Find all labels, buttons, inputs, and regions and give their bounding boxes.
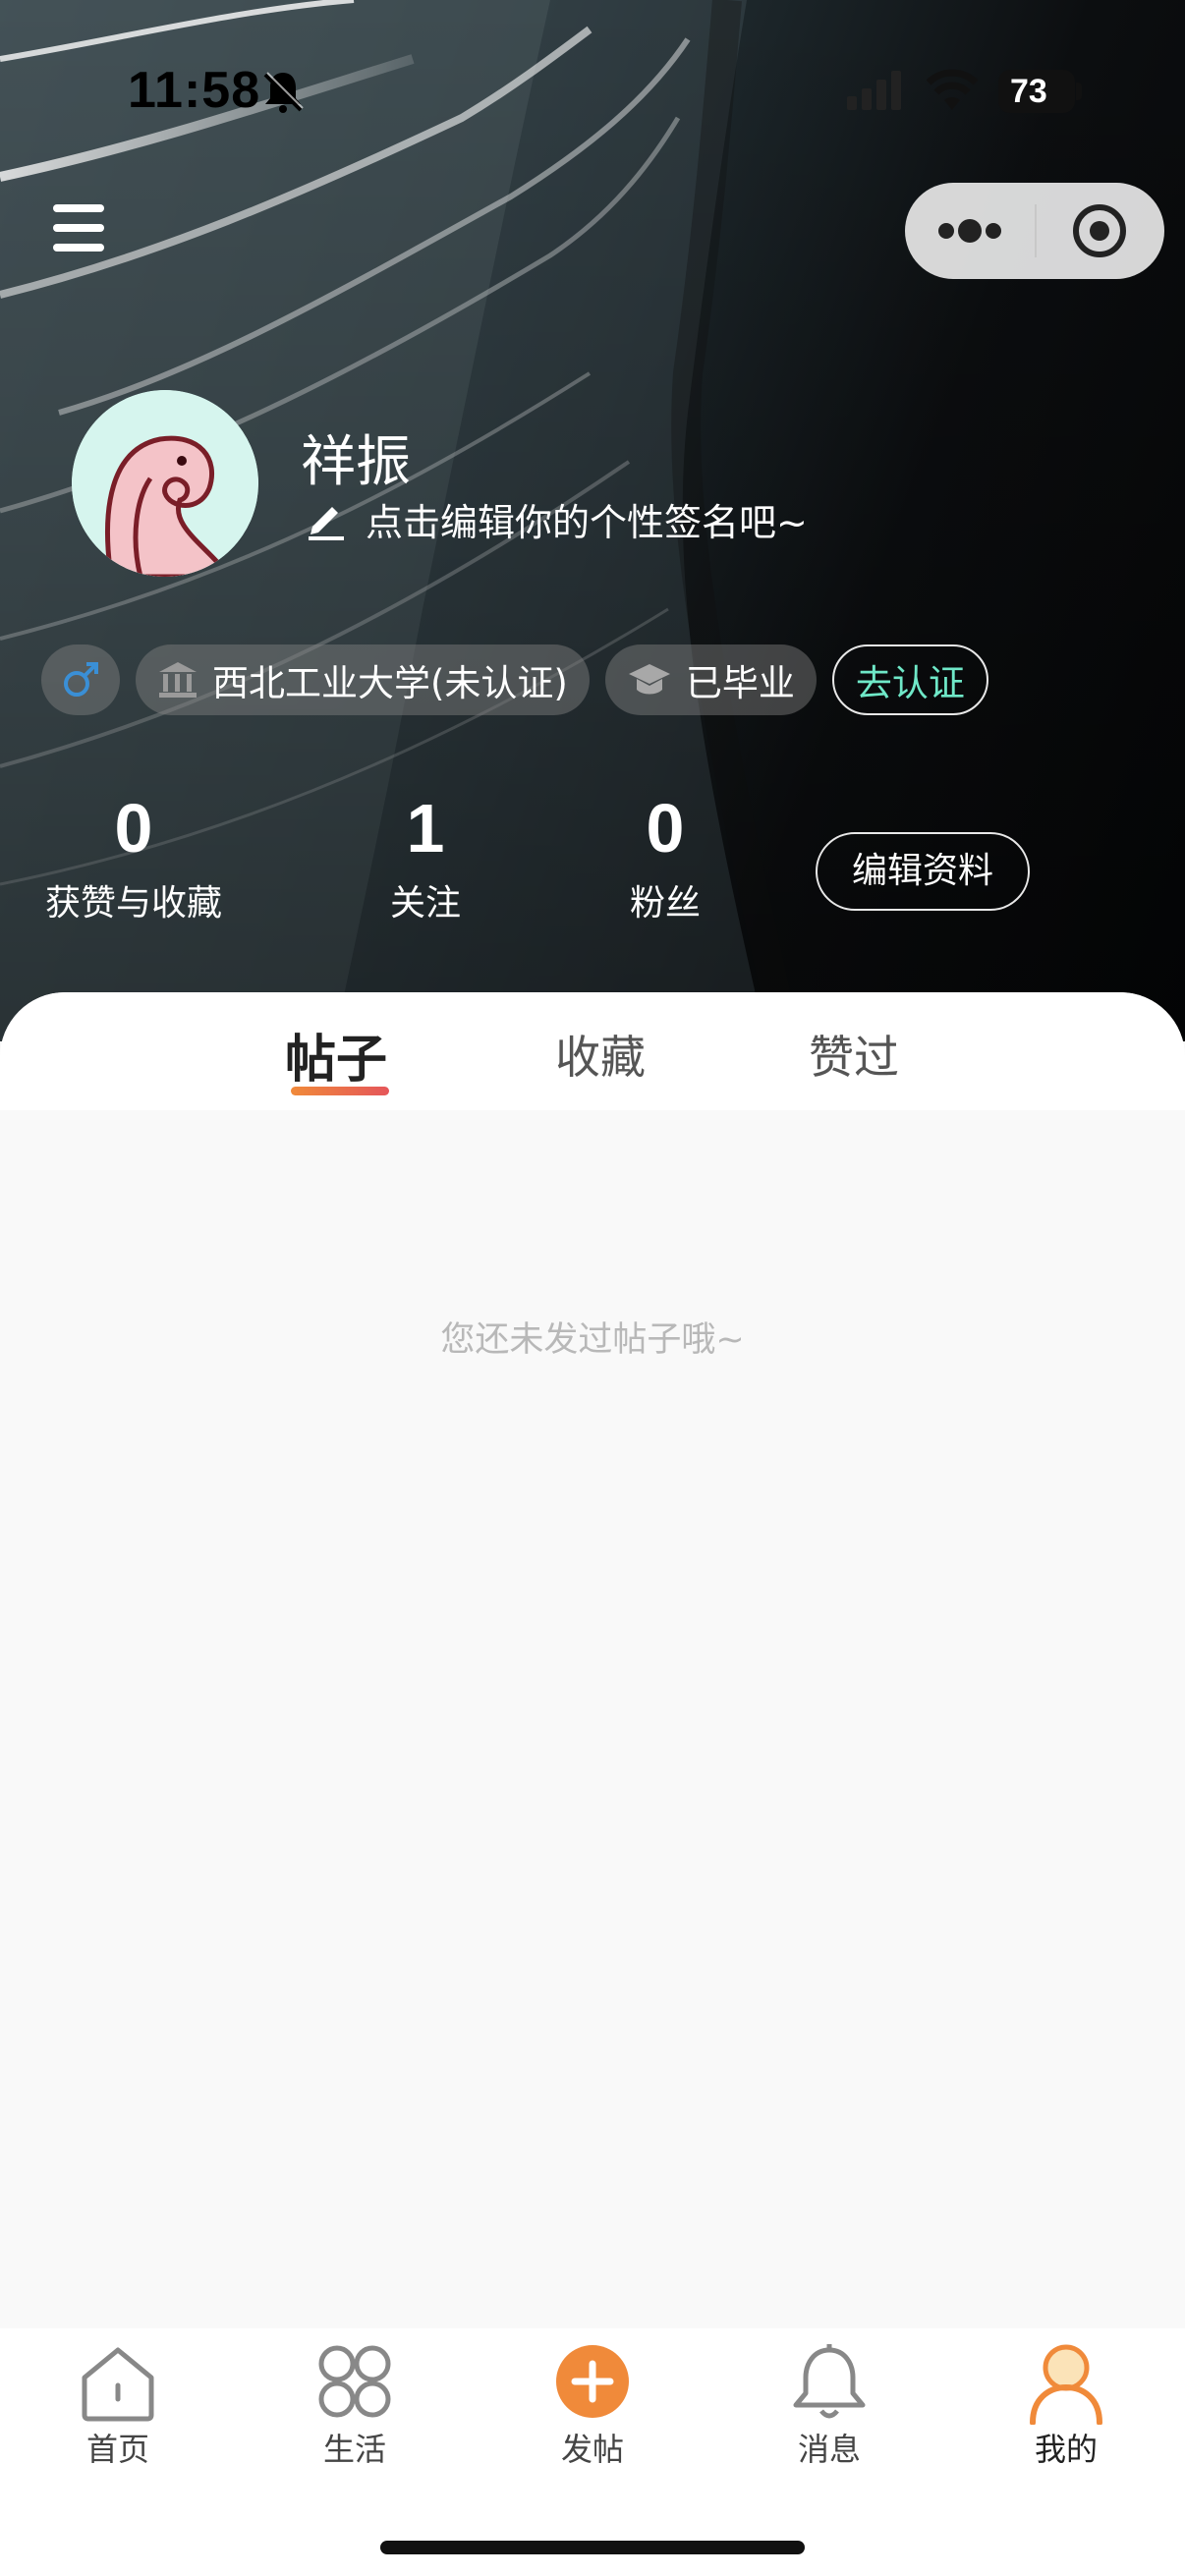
battery-cap xyxy=(1076,83,1082,100)
more-dots-icon xyxy=(938,219,1001,243)
stat-following[interactable]: 1 关注 xyxy=(347,786,504,925)
more-options-button[interactable] xyxy=(905,183,1035,279)
bottom-nav: 首页 生活 发帖 消息 我的 xyxy=(0,2328,1185,2576)
avatar-illustration xyxy=(72,390,258,577)
nav-me[interactable]: 我的 xyxy=(988,2328,1145,2486)
nav-label: 消息 xyxy=(797,2431,861,2468)
target-close-icon xyxy=(1073,204,1126,257)
signature-edit[interactable]: 点击编辑你的个性签名吧~ xyxy=(305,491,808,546)
menu-line xyxy=(53,244,104,252)
content-card: 帖子 收藏 赞过 您还未发过帖子哦~ xyxy=(0,992,1185,2328)
nav-life[interactable]: 生活 xyxy=(276,2328,433,2486)
pen-icon xyxy=(309,507,344,540)
school-name: 西北工业大学(未认证) xyxy=(212,662,568,704)
profile-tags: 西北工业大学(未认证) 已毕业 去认证 xyxy=(41,644,1004,716)
nav-label: 我的 xyxy=(1034,2431,1098,2468)
graduation-status: 已毕业 xyxy=(685,662,795,704)
nav-home[interactable]: 首页 xyxy=(39,2328,197,2486)
verify-button[interactable]: 去认证 xyxy=(831,644,988,715)
status-bar: 11:58 73 xyxy=(0,0,1185,187)
bell-off-icon xyxy=(263,72,304,113)
school-tag: 西北工业大学(未认证) xyxy=(136,644,590,715)
tab-liked[interactable]: 赞过 xyxy=(809,1022,899,1087)
nav-label: 首页 xyxy=(85,2431,149,2468)
nav-label: 生活 xyxy=(322,2431,386,2468)
male-icon xyxy=(64,662,98,697)
stat-label: 关注 xyxy=(389,883,461,924)
nav-messages[interactable]: 消息 xyxy=(751,2328,908,2486)
bell-icon xyxy=(793,2344,866,2419)
plus-icon xyxy=(556,2345,629,2418)
stat-followers[interactable]: 0 粉丝 xyxy=(587,786,744,925)
edit-profile-button[interactable]: 编辑资料 xyxy=(816,832,1030,911)
menu-button[interactable] xyxy=(49,200,108,255)
stat-label: 粉丝 xyxy=(629,883,701,924)
stat-value: 0 xyxy=(114,790,153,867)
close-miniprogram-button[interactable] xyxy=(1037,183,1164,279)
wifi-icon xyxy=(927,69,978,110)
nav-post[interactable]: 发帖 xyxy=(514,2328,671,2486)
gender-tag xyxy=(41,644,120,715)
tab-favorites[interactable]: 收藏 xyxy=(555,1022,646,1087)
stat-value: 0 xyxy=(646,790,685,867)
nav-label: 发帖 xyxy=(560,2431,624,2468)
home-icon xyxy=(82,2347,154,2422)
home-indicator xyxy=(380,2541,805,2554)
avatar[interactable] xyxy=(72,390,258,577)
grid-icon xyxy=(318,2345,391,2418)
username: 祥振 xyxy=(301,430,411,494)
graduation-tag: 已毕业 xyxy=(604,644,817,715)
active-tab-underline xyxy=(291,1087,389,1095)
stat-value: 1 xyxy=(406,790,445,867)
stat-likes-favorites[interactable]: 0 获赞与收藏 xyxy=(35,786,232,925)
graduation-cap-icon xyxy=(627,660,672,700)
school-icon xyxy=(157,660,198,700)
stat-label: 获赞与收藏 xyxy=(44,883,222,924)
user-icon xyxy=(1030,2344,1102,2425)
battery-indicator: 73 xyxy=(998,70,1075,113)
miniprogram-capsule xyxy=(905,183,1164,279)
status-time: 11:58 xyxy=(128,62,261,119)
empty-state-message: 您还未发过帖子哦~ xyxy=(440,1320,745,1360)
tab-posts[interactable]: 帖子 xyxy=(285,1018,387,1092)
menu-line xyxy=(53,204,104,212)
profile-page: 11:58 73 祥振 点击编辑你的个性签名吧~ 西北工业大学(未认证) 已毕业… xyxy=(0,0,1185,2576)
signature-text: 点击编辑你的个性签名吧~ xyxy=(366,500,808,544)
cellular-signal-icon xyxy=(847,71,901,110)
menu-line xyxy=(53,224,104,232)
